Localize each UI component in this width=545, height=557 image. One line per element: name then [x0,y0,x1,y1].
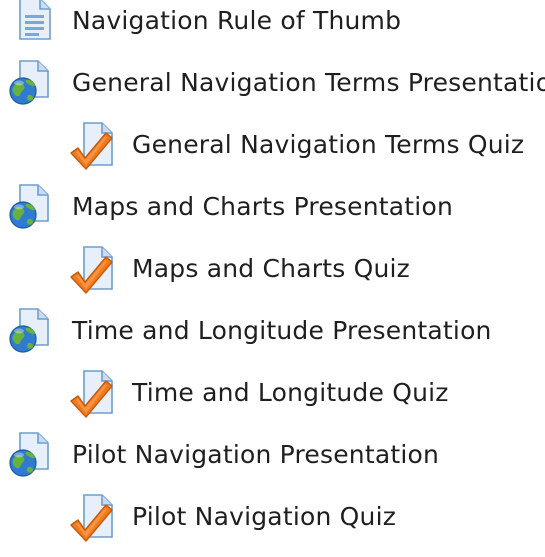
quiz-check-icon [68,245,113,295]
activity-link-label[interactable]: General Navigation Terms Presentation [72,68,545,97]
activity-item-quiz[interactable]: Time and Longitude Quiz [0,367,545,419]
activity-link-label[interactable]: General Navigation Terms Quiz [132,130,524,159]
activity-item-url[interactable]: Pilot Navigation Presentation [0,429,545,479]
page-icon [14,0,58,47]
activity-item-quiz[interactable]: Pilot Navigation Quiz [0,491,545,543]
quiz-check-icon [68,493,113,543]
activity-link-label[interactable]: Maps and Charts Presentation [72,192,453,221]
activity-link-label[interactable]: Navigation Rule of Thumb [72,6,401,35]
activity-link-label[interactable]: Pilot Navigation Quiz [132,502,396,531]
activity-item-url[interactable]: General Navigation Terms Presentation [0,57,545,107]
activity-link-label[interactable]: Pilot Navigation Presentation [72,440,439,469]
activity-item-quiz[interactable]: Maps and Charts Quiz [0,243,545,295]
activity-link-label[interactable]: Time and Longitude Quiz [132,378,449,407]
quiz-check-icon [68,121,113,171]
activity-item-url[interactable]: Maps and Charts Presentation [0,181,545,231]
url-globe-icon [8,183,52,233]
activity-item-quiz[interactable]: General Navigation Terms Quiz [0,119,545,171]
url-globe-icon [8,307,52,357]
activity-item-url[interactable]: Time and Longitude Presentation [0,305,545,355]
activity-link-label[interactable]: Time and Longitude Presentation [72,316,492,345]
quiz-check-icon [68,369,113,419]
activity-item-page[interactable]: Navigation Rule of Thumb [0,0,545,45]
url-globe-icon [8,431,52,481]
url-globe-icon [8,59,52,109]
activity-link-label[interactable]: Maps and Charts Quiz [132,254,410,283]
